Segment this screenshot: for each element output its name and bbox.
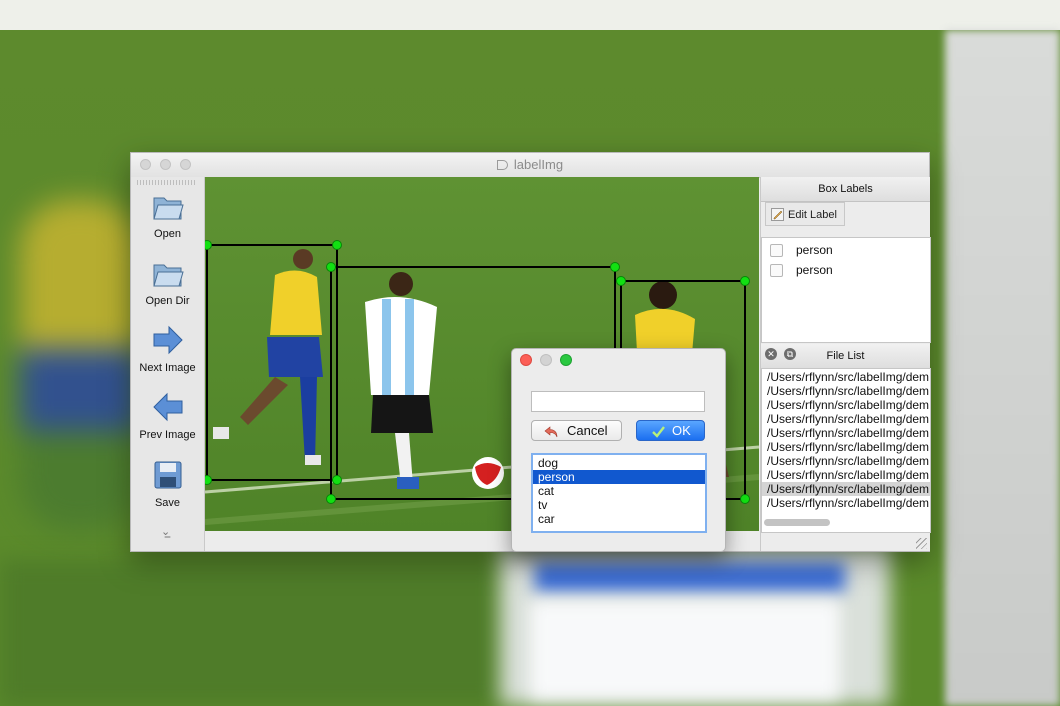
file-list-item[interactable]: /Users/rflynn/src/labelImg/dem (762, 412, 930, 426)
file-list-item[interactable]: /Users/rflynn/src/labelImg/dem (762, 426, 930, 440)
label-input[interactable] (531, 391, 705, 412)
save-button[interactable]: Save (131, 458, 204, 509)
label-dialog: Cancel OK dog person cat tv car (511, 348, 726, 552)
label-option-selected[interactable]: person (533, 470, 705, 484)
float-dock-icon[interactable]: ⧉ (784, 348, 796, 360)
blurred-panel (945, 30, 1060, 706)
box-labels-list: person person (761, 237, 931, 343)
resize-grip[interactable] (916, 538, 927, 549)
open-dir-button[interactable]: Open Dir (131, 256, 204, 307)
label-option[interactable]: tv (533, 498, 705, 512)
dialog-close-button[interactable] (520, 354, 532, 366)
right-dock: Box Labels Edit Label person person File… (760, 177, 931, 551)
ok-button[interactable]: OK (636, 420, 705, 441)
file-list-item[interactable]: /Users/rflynn/src/labelImg/dem (762, 454, 930, 468)
arrow-left-icon (152, 392, 182, 422)
floppy-disk-icon (154, 461, 181, 489)
blurred-player (20, 200, 140, 530)
file-list-item[interactable]: /Users/rflynn/src/labelImg/dem (762, 370, 930, 384)
dialog-minimize-button[interactable] (540, 354, 552, 366)
title-bar[interactable]: labelImg (131, 153, 929, 178)
document-icon (496, 160, 508, 170)
folder-open-icon (152, 197, 184, 220)
label-checkbox[interactable] (770, 244, 783, 257)
open-button[interactable]: Open (131, 189, 204, 240)
edit-pencil-icon (771, 208, 784, 221)
file-list-item[interactable]: /Users/rflynn/src/labelImg/dem (762, 468, 930, 482)
edit-label-button[interactable]: Edit Label (765, 202, 845, 226)
window-title: labelImg (131, 157, 929, 172)
next-image-button[interactable]: Next Image (131, 323, 204, 374)
blurred-selection (535, 562, 845, 592)
toolbar: Open Open Dir Next Image Prev Image Save… (131, 177, 205, 551)
label-option[interactable]: car (533, 512, 705, 526)
label-checkbox[interactable] (770, 264, 783, 277)
checkmark-icon (652, 426, 665, 438)
dialog-zoom-button[interactable] (560, 354, 572, 366)
label-option[interactable]: cat (533, 484, 705, 498)
blurred-ground (0, 560, 500, 706)
double-chevron-down-icon[interactable]: ⌄̲ (161, 525, 170, 538)
blurred-list (530, 600, 840, 700)
label-options-list: dog person cat tv car (531, 453, 707, 533)
file-list-item-selected[interactable]: /Users/rflynn/src/labelImg/dem (762, 482, 930, 496)
file-list: /Users/rflynn/src/labelImg/dem /Users/rf… (761, 368, 931, 533)
box-labels-title: Box Labels (761, 177, 930, 202)
arrow-right-icon (153, 325, 183, 355)
undo-arrow-icon (544, 426, 558, 438)
label-item[interactable]: person (770, 242, 920, 260)
label-option[interactable]: dog (533, 456, 705, 470)
prev-image-button[interactable]: Prev Image (131, 390, 204, 441)
file-list-item[interactable]: /Users/rflynn/src/labelImg/dem (762, 384, 930, 398)
file-list-item[interactable]: /Users/rflynn/src/labelImg/dem (762, 440, 930, 454)
file-list-item[interactable]: /Users/rflynn/src/labelImg/dem (762, 398, 930, 412)
toolbar-grip[interactable] (137, 180, 197, 185)
file-list-item[interactable]: /Users/rflynn/src/labelImg/dem (762, 496, 930, 510)
close-dock-icon[interactable]: ✕ (765, 348, 777, 360)
label-item[interactable]: person (770, 262, 920, 280)
file-list-scrollbar[interactable] (764, 519, 830, 526)
cancel-button[interactable]: Cancel (531, 420, 622, 441)
folder-open-icon (152, 264, 184, 287)
